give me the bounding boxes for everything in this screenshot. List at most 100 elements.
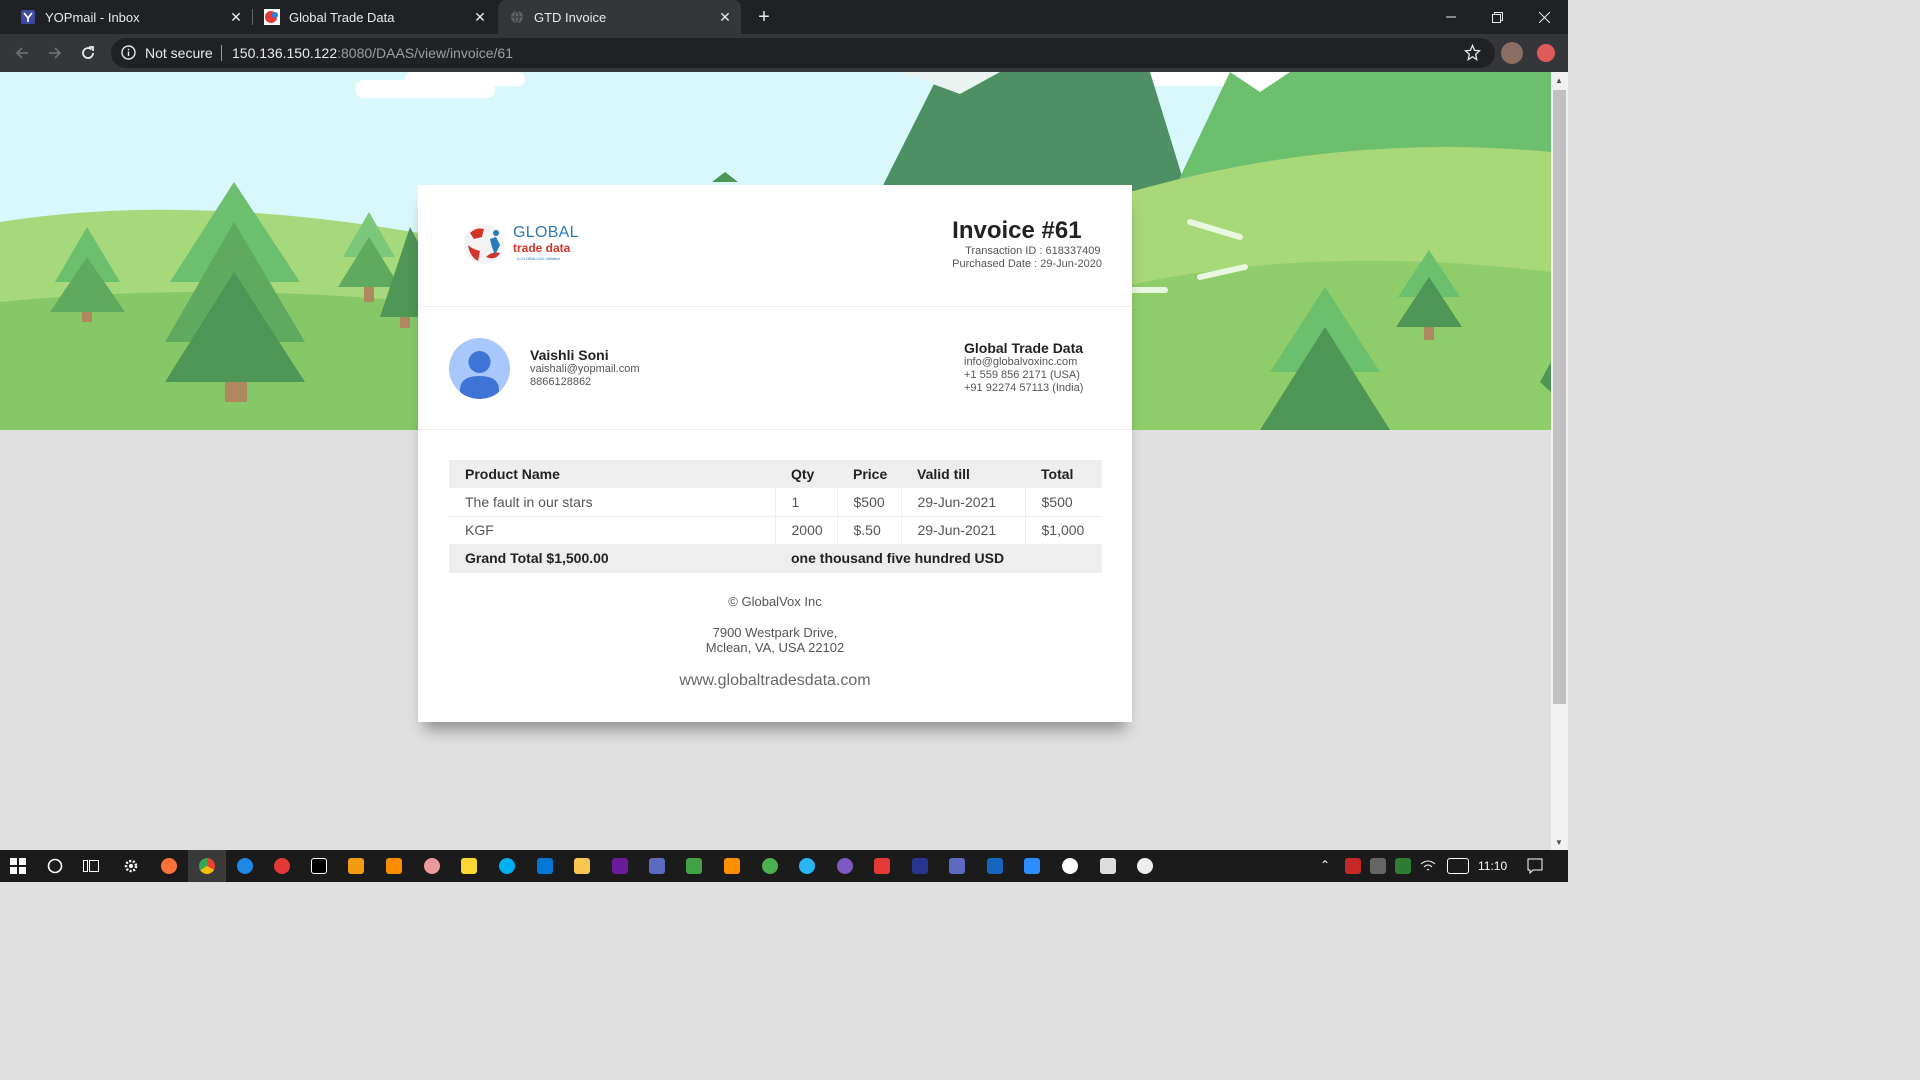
close-tab-icon[interactable]: ✕ [717, 9, 733, 25]
excel-icon[interactable] [686, 858, 702, 874]
security-label: Not secure [145, 45, 213, 61]
app-icon[interactable] [987, 858, 1003, 874]
app-icon[interactable] [949, 858, 965, 874]
yopmail-icon [20, 9, 36, 25]
tray-icon[interactable] [1345, 858, 1361, 874]
reload-icon[interactable] [76, 41, 100, 65]
scrollbar-thumb[interactable] [1553, 90, 1566, 704]
avatar [449, 338, 510, 399]
customer-details: Vaishli Soni vaishali@yopmail.com 886612… [530, 347, 640, 389]
sublime-text-icon[interactable] [348, 858, 364, 874]
invoice-footer: © GlobalVox Inc 7900 Westpark Drive, Mcl… [418, 594, 1132, 690]
wifi-icon[interactable] [1420, 858, 1436, 874]
app-icon[interactable] [274, 858, 290, 874]
minimize-icon[interactable] [1428, 0, 1474, 34]
info-icon[interactable] [121, 45, 136, 65]
vlc-icon[interactable] [724, 858, 740, 874]
scroll-down-arrow-icon[interactable]: ▼ [1555, 838, 1563, 847]
valid-till-cell: 29-Jun-2021 [901, 516, 1026, 545]
column-header-price: Price [837, 460, 901, 488]
app-icon[interactable] [424, 858, 440, 874]
close-window-icon[interactable] [1521, 0, 1567, 34]
settings-gear-icon[interactable] [123, 858, 139, 874]
price-cell: $500 [837, 488, 902, 517]
windows-taskbar: ⌃ 11:10 [0, 850, 1568, 882]
column-header-valid-till: Valid till [901, 460, 1025, 488]
forward-arrow-icon[interactable] [43, 41, 67, 65]
search-icon[interactable] [47, 858, 63, 874]
restore-icon[interactable] [1474, 0, 1520, 34]
tab-title: Global Trade Data [289, 9, 395, 25]
anydesk-icon[interactable] [874, 858, 890, 874]
outlook-icon[interactable] [537, 858, 553, 874]
url-text[interactable]: 150.136.150.122:8080/DAAS/view/invoice/6… [232, 45, 513, 61]
tab-gtd-invoice[interactable]: GTD Invoice ✕ [498, 0, 741, 34]
address-line-1: 7900 Westpark Drive, [712, 625, 838, 640]
invoice-title-block: Invoice #61 Transaction ID : 618337409 P… [952, 217, 1102, 271]
security-shield-icon[interactable] [1395, 858, 1411, 874]
task-view-icon[interactable] [83, 858, 99, 874]
ide-icon[interactable] [612, 858, 628, 874]
zoom-icon[interactable] [1024, 858, 1040, 874]
sticky-notes-icon[interactable] [461, 858, 477, 874]
transaction-id: Transaction ID : 618337409 [965, 245, 1101, 257]
clock[interactable]: 11:10 [1478, 859, 1507, 873]
app-icon[interactable] [762, 858, 778, 874]
app-icon[interactable] [386, 858, 402, 874]
app-icon[interactable] [311, 858, 327, 874]
global-trade-data-logo: GLOBAL trade data A GLOBALVOX Initiative [462, 219, 579, 269]
invoice-header: GLOBAL trade data A GLOBALVOX Initiative… [418, 185, 1132, 307]
browser-toolbar: Not secure 150.136.150.122:8080/DAAS/vie… [0, 34, 1568, 72]
gtd-favicon [264, 9, 280, 25]
edge-icon[interactable] [237, 858, 253, 874]
keyboard-icon[interactable] [1447, 858, 1469, 874]
back-arrow-icon[interactable] [10, 41, 34, 65]
app-icon[interactable] [1062, 858, 1078, 874]
qty-cell: 2000 [775, 516, 838, 545]
scroll-up-arrow-icon[interactable]: ▲ [1555, 76, 1563, 85]
chrome-icon[interactable] [199, 858, 215, 874]
close-tab-icon[interactable]: ✕ [228, 9, 244, 25]
tab-yopmail[interactable]: YOPmail - Inbox ✕ [0, 0, 252, 34]
chevron-up-icon[interactable]: ⌃ [1320, 858, 1336, 874]
seller-details: Global Trade Data info@globalvoxinc.com … [964, 340, 1083, 395]
firefox-icon[interactable] [161, 858, 177, 874]
teams-icon[interactable] [649, 858, 665, 874]
amount-in-words: one thousand five hundred USD [775, 544, 1102, 573]
column-header-product: Product Name [449, 460, 775, 488]
app-icon[interactable] [912, 858, 928, 874]
bookmark-star-icon[interactable] [1463, 43, 1482, 66]
seller-name: Global Trade Data [964, 340, 1084, 356]
app-icon[interactable] [837, 858, 853, 874]
omnibox-divider [221, 45, 222, 61]
customer-name: Vaishli Soni [530, 347, 609, 363]
url-host: 150.136.150.122 [232, 45, 338, 61]
total-cell: $500 [1025, 488, 1102, 517]
logo-text-trade-data: trade data [513, 241, 571, 255]
website-link[interactable]: www.globaltradesdata.com [418, 672, 1132, 690]
file-explorer-icon[interactable] [574, 858, 590, 874]
valid-till-cell: 29-Jun-2021 [901, 488, 1026, 517]
vertical-scrollbar[interactable]: ▲ ▼ [1551, 72, 1568, 850]
address-bar[interactable]: Not secure 150.136.150.122:8080/DAAS/vie… [111, 38, 1495, 68]
telegram-icon[interactable] [799, 858, 815, 874]
logo-text-global: GLOBAL [513, 224, 579, 241]
logo-tagline: A GLOBALVOX Initiative [517, 256, 561, 261]
product-name-cell: KGF [449, 516, 776, 545]
extension-icon[interactable] [1537, 44, 1555, 62]
windows-start-icon[interactable] [10, 858, 26, 874]
new-tab-icon[interactable]: + [753, 6, 775, 28]
table-row: The fault in our stars 1 $500 29-Jun-202… [449, 488, 1102, 517]
notifications-icon[interactable] [1527, 858, 1543, 875]
invoice-items-table: Product Name Qty Price Valid till Total … [449, 460, 1102, 573]
skype-icon[interactable] [499, 858, 515, 874]
profile-avatar[interactable] [1501, 42, 1523, 64]
tab-global-trade-data[interactable]: Global Trade Data ✕ [253, 0, 496, 34]
user-icon [460, 351, 499, 399]
battery-icon[interactable] [1370, 858, 1386, 874]
table-header-row: Product Name Qty Price Valid till Total [449, 460, 1102, 488]
seller-phone-india: +91 92274 57113 (India) [964, 382, 1084, 394]
close-tab-icon[interactable]: ✕ [472, 9, 488, 25]
app-icon[interactable] [1137, 858, 1153, 874]
app-icon[interactable] [1100, 858, 1116, 874]
